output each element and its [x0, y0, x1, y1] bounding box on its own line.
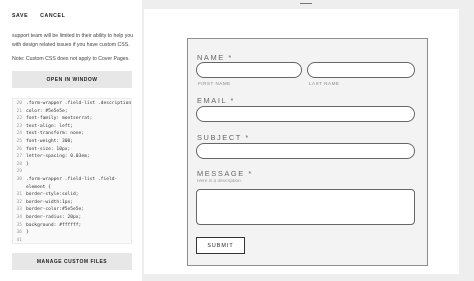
preview-handle [300, 3, 312, 4]
last-name-sublabel: LAST NAME [309, 81, 340, 86]
subject-label: SUBJECT * [197, 133, 250, 142]
message-description: Here is a description. [197, 179, 243, 184]
editor-toolbar: SAVE CANCEL [12, 13, 65, 19]
save-button[interactable]: SAVE [12, 13, 28, 19]
message-label: MESSAGE * [197, 169, 253, 178]
code-line: 41 [13, 237, 26, 243]
cover-pages-note: Note: Custom CSS does not apply to Cover… [12, 56, 130, 62]
code-text: letter-spacing: 0.03em; [26, 154, 90, 160]
code-text: background: #ffffff; [26, 222, 82, 228]
email-input[interactable] [196, 106, 415, 122]
name-label: NAME * [197, 53, 233, 62]
subject-input[interactable] [196, 143, 415, 159]
message-textarea[interactable] [196, 189, 415, 225]
css-editor-panel: SAVE CANCEL support team will be limited… [0, 0, 142, 281]
first-name-sublabel: FIRST NAME [198, 81, 231, 86]
info-text: support team will be limited in their ab… [12, 33, 134, 48]
first-name-input[interactable] [196, 62, 302, 78]
last-name-input[interactable] [307, 62, 415, 78]
css-code-editor[interactable]: 20 .form-wrapper .field-list .description… [12, 98, 132, 244]
email-label: EMAIL * [197, 96, 236, 105]
submit-button[interactable]: SUBMIT [196, 237, 245, 254]
cancel-button[interactable]: CANCEL [40, 13, 65, 19]
manage-custom-files-button[interactable]: MANAGE CUSTOM FILES [12, 253, 132, 270]
open-in-window-button[interactable]: OPEN IN WINDOW [12, 71, 132, 88]
line-number: 41 [16, 237, 22, 243]
